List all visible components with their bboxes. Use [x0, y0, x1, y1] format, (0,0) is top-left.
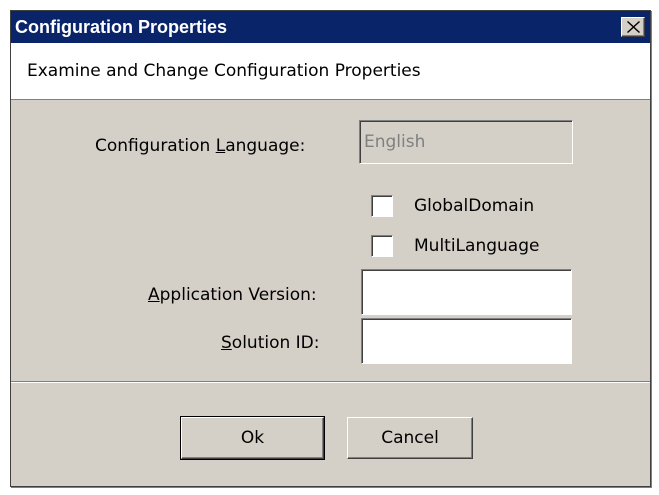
access-key: S: [221, 333, 232, 353]
multi-language-checkbox[interactable]: [371, 235, 393, 257]
header-band: Examine and Change Configuration Propert…: [11, 43, 650, 100]
configuration-language-label: Configuration Language:: [95, 136, 305, 156]
multi-language-label[interactable]: MultiLanguage: [414, 236, 539, 256]
solution-id-input[interactable]: [361, 318, 572, 364]
title-bar[interactable]: Configuration Properties: [11, 11, 650, 43]
solution-id-label: Solution ID:: [221, 333, 320, 353]
access-key: A: [148, 285, 160, 305]
label-text: Configuration: [95, 136, 216, 156]
label-text: pplication Version:: [159, 285, 317, 305]
access-key: L: [215, 136, 226, 156]
label-text: anguage:: [225, 136, 306, 156]
application-version-label: Application Version:: [148, 285, 317, 305]
header-description: Examine and Change Configuration Propert…: [27, 61, 421, 81]
cancel-button[interactable]: Cancel: [347, 417, 473, 459]
window-title: Configuration Properties: [15, 17, 228, 37]
configuration-language-field: [359, 120, 573, 164]
configuration-properties-dialog: Configuration Properties Examine and Cha…: [10, 10, 651, 487]
close-icon: [627, 21, 640, 33]
application-version-input[interactable]: [361, 269, 572, 315]
ok-button[interactable]: Ok: [180, 416, 325, 460]
global-domain-checkbox[interactable]: [371, 195, 393, 217]
button-separator: [11, 381, 650, 383]
label-text: olution ID:: [231, 333, 320, 353]
global-domain-label[interactable]: GlobalDomain: [414, 196, 534, 216]
close-button[interactable]: [621, 17, 645, 37]
